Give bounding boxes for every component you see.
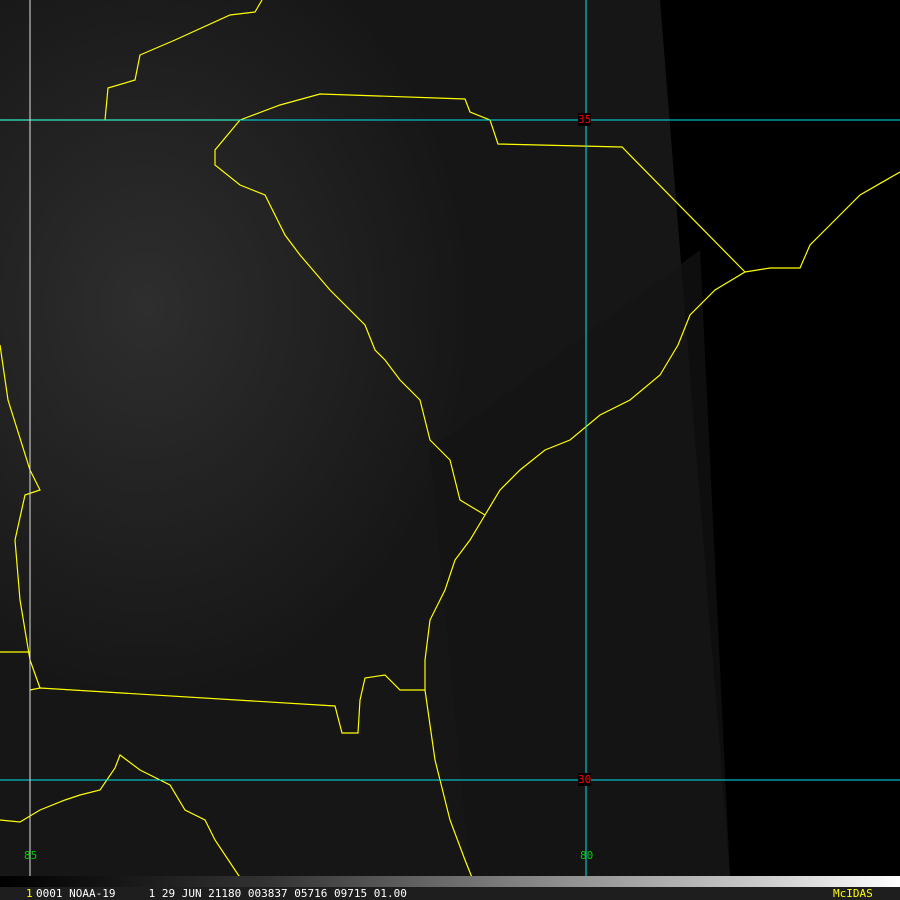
longitude-label-85: 85	[24, 849, 38, 862]
satellite-image	[0, 0, 900, 886]
image-info-text: 0001 NOAA-19 1 29 JUN 21180 003837 05716…	[36, 887, 407, 900]
satellite-image-viewer: 35 30 85 80 1 0001 NOAA-19 1 29 JUN 21180…	[0, 0, 900, 900]
latitude-label-30: 30	[578, 773, 592, 786]
longitude-label-80: 80	[580, 849, 594, 862]
image-info-bar: 1 0001 NOAA-19 1 29 JUN 21180 003837 0571…	[0, 887, 900, 900]
latitude-label-35: 35	[578, 113, 592, 126]
grayscale-bar	[0, 876, 900, 887]
frame-number: 1	[26, 887, 33, 900]
mcidas-brand: McIDAS	[833, 887, 873, 900]
